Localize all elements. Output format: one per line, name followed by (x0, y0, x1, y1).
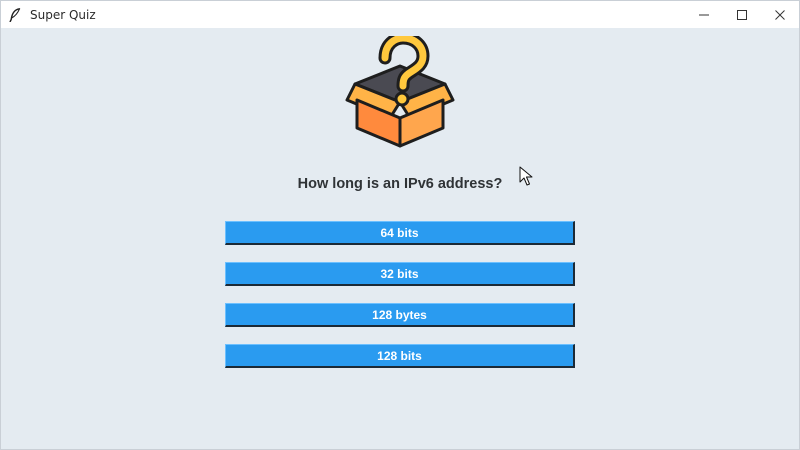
window-controls (685, 1, 799, 28)
quiz-content: How long is an IPv6 address? 64 bits 32 … (1, 28, 799, 449)
title-bar[interactable]: Super Quiz (1, 1, 799, 28)
close-icon (775, 9, 785, 20)
maximize-button[interactable] (723, 1, 761, 28)
close-button[interactable] (761, 1, 799, 28)
answer-button-2[interactable]: 32 bits (225, 262, 575, 286)
answer-list: 64 bits 32 bits 128 bytes 128 bits (225, 221, 575, 385)
answer-button-3[interactable]: 128 bytes (225, 303, 575, 327)
quiz-window: Super Quiz How long is an IPv6 address? … (0, 0, 800, 450)
answer-button-1[interactable]: 64 bits (225, 221, 575, 245)
minimize-icon (699, 14, 709, 15)
maximize-icon (737, 9, 747, 20)
question-mark-box-icon (345, 36, 455, 148)
question-text: How long is an IPv6 address? (297, 176, 503, 192)
answer-button-4[interactable]: 128 bits (225, 344, 575, 368)
window-title: Super Quiz (30, 7, 96, 22)
feather-icon (8, 7, 22, 22)
mouse-cursor-icon (519, 166, 533, 186)
minimize-button[interactable] (685, 1, 723, 28)
